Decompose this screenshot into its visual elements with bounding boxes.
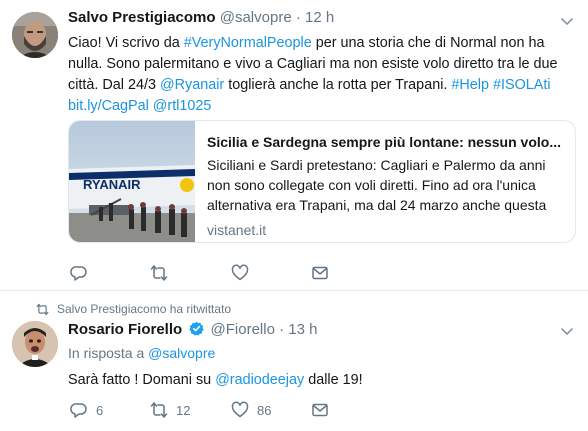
- retweet-context[interactable]: Salvo Prestigiacomo ha ritwittato: [36, 302, 231, 316]
- tweet-header: Salvo Prestigiacomo @salvopre · 12 h: [68, 9, 334, 26]
- like-button[interactable]: [231, 264, 257, 282]
- card-body: Sicilia e Sardegna sempre più lontane: n…: [207, 134, 569, 238]
- tweet-text-segment: Ciao! Vi scrivo da: [68, 35, 184, 51]
- tweet-text-link[interactable]: @radiodeejay: [215, 372, 304, 388]
- retweet-button[interactable]: 12: [150, 401, 190, 419]
- retweet-count: 12: [176, 402, 191, 418]
- card-image-brand-text: RYANAIR: [83, 177, 141, 192]
- tweet-text-segment: Sarà fatto ! Domani su: [68, 372, 216, 388]
- author-handle[interactable]: @salvopre: [220, 9, 292, 26]
- reply-context: In risposta a @salvopre: [68, 345, 215, 361]
- separator-dot: ·: [295, 9, 301, 26]
- reply-icon: [70, 266, 87, 281]
- like-button[interactable]: 86: [231, 401, 271, 419]
- reply-icon: [70, 403, 87, 418]
- reply-button[interactable]: 6: [70, 401, 103, 419]
- message-icon: [312, 403, 328, 417]
- message-button[interactable]: [311, 264, 329, 282]
- message-icon: [312, 266, 328, 280]
- tweet-text: Ciao! Vi scrivo da #VeryNormalPeople per…: [68, 33, 576, 117]
- retweet-button[interactable]: [150, 264, 176, 282]
- retweet-icon: [150, 402, 168, 418]
- card-description: Siciliani e Sardi pretestano: Cagliari e…: [207, 157, 547, 213]
- retweet-icon: [150, 265, 168, 281]
- tweet-text-link[interactable]: #ISOLAti: [493, 77, 551, 93]
- card-image: RYANAIR: [69, 121, 195, 242]
- tweet-divider: [0, 290, 588, 291]
- tweet-salvopre[interactable]: Salvo Prestigiacomo @salvopre · 12 h Cia…: [0, 0, 588, 291]
- card-title: Sicilia e Sardegna sempre più lontane: n…: [207, 134, 561, 150]
- tweet-header: Rosario Fiorello @Fiorello · 13 h: [68, 321, 318, 338]
- tweet-time[interactable]: 12 h: [305, 9, 334, 26]
- author-name[interactable]: Salvo Prestigiacomo: [68, 9, 216, 26]
- like-icon: [231, 264, 249, 281]
- avatar[interactable]: [12, 12, 58, 58]
- link-card[interactable]: RYANAIR Sicilia e Sardegna sempre più lo…: [68, 120, 576, 243]
- author-name[interactable]: Rosario Fiorello: [68, 321, 182, 338]
- tweet-text-segment: dalle 19!: [304, 372, 363, 388]
- message-button[interactable]: [311, 401, 329, 419]
- author-handle[interactable]: @Fiorello: [211, 321, 275, 338]
- tweet-text-link[interactable]: #VeryNormalPeople: [184, 35, 312, 51]
- caret-down-icon[interactable]: [560, 14, 574, 28]
- separator-dot: ·: [279, 321, 285, 338]
- tweet-text-link[interactable]: #Help: [451, 77, 489, 93]
- like-icon: [231, 401, 249, 418]
- reply-context-handle[interactable]: @salvopre: [148, 345, 215, 361]
- tweet-text-link[interactable]: @rtl1025: [153, 98, 212, 114]
- caret-down-icon[interactable]: [560, 324, 574, 338]
- tweet-text-link[interactable]: @Ryanair: [160, 77, 224, 93]
- tweet-text: Sarà fatto ! Domani su @radiodeejay dall…: [68, 370, 576, 391]
- reply-count: 6: [96, 402, 104, 418]
- avatar[interactable]: [12, 321, 58, 367]
- reply-context-prefix: In risposta a: [68, 345, 145, 361]
- like-count: 86: [257, 402, 272, 418]
- tweet-time[interactable]: 13 h: [288, 321, 317, 338]
- verified-icon: [189, 321, 204, 336]
- reply-button[interactable]: [70, 264, 96, 282]
- retweet-icon: [36, 303, 49, 315]
- retweet-context-label: Salvo Prestigiacomo ha ritwittato: [57, 302, 232, 316]
- tweet-text-link[interactable]: bit.ly/CagPal: [68, 98, 149, 114]
- tweet-text-segment: toglierà anche la rotta per Trapani.: [224, 77, 452, 93]
- card-domain: vistanet.it: [207, 222, 267, 238]
